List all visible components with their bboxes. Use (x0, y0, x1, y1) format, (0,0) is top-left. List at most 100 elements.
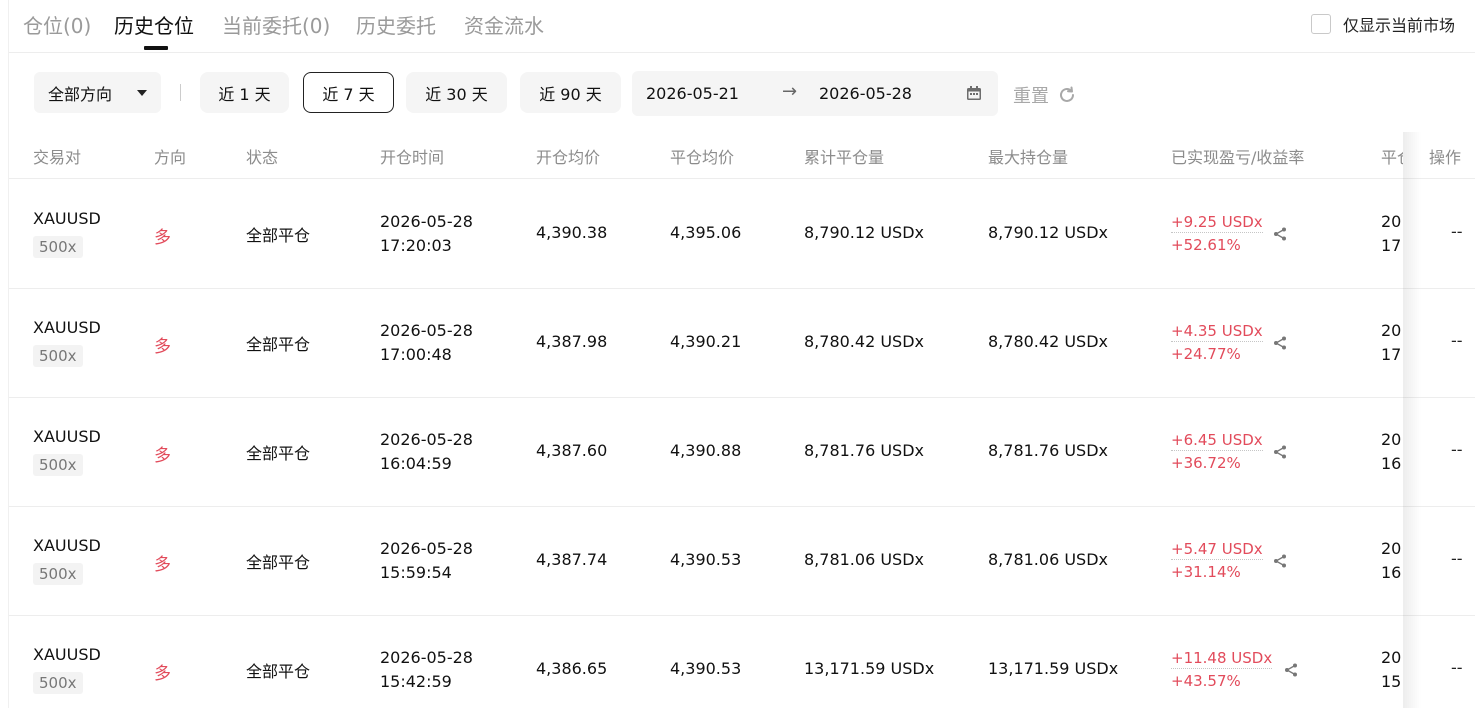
max-qty: 13,171.59 USDx (988, 659, 1119, 678)
col-side: 方向 (154, 148, 187, 167)
leverage-badge: 500x (33, 345, 83, 367)
close-price: 4,390.21 (670, 332, 742, 351)
closed-qty: 8,790.12 USDx (804, 223, 924, 242)
col-close-time: 平仓时间 (1381, 148, 1403, 167)
side-long: 多 (154, 446, 171, 466)
share-icon[interactable] (1273, 227, 1287, 241)
date-end[interactable]: 2026-05-28 (819, 84, 912, 103)
symbol: XAUUSD (33, 427, 101, 446)
max-qty: 8,790.12 USDx (988, 223, 1108, 242)
open-time: 2026-05-28 17:00:48 (380, 321, 473, 364)
realized-pnl[interactable]: +6.45 USDx (1171, 431, 1263, 451)
range-7d-button[interactable]: 近 7 天 (303, 72, 394, 113)
col-max-qty: 最大持仓量 (988, 148, 1069, 167)
direction-select[interactable]: 全部方向 (34, 72, 161, 113)
table-row: XAUUSD 500x 多 全部平仓 2026-05-28 16:04:59 4,… (9, 398, 1475, 507)
realized-pnl[interactable]: +4.35 USDx (1171, 322, 1263, 342)
closed-qty: 8,781.06 USDx (804, 550, 924, 569)
status: 全部平仓 (246, 226, 311, 245)
col-pnl: 已实现盈亏/收益率 (1171, 148, 1305, 167)
only-current-market-toggle[interactable]: 仅显示当前市场 (1311, 12, 1455, 36)
range-1d-button[interactable]: 近 1 天 (200, 72, 289, 113)
realized-pnl[interactable]: +9.25 USDx (1171, 213, 1263, 233)
table-row: XAUUSD 500x 多 全部平仓 2026-05-28 15:42:59 4,… (9, 616, 1475, 708)
leverage-badge: 500x (33, 672, 83, 694)
reset-label: 重置 (1013, 86, 1049, 107)
side-long: 多 (154, 337, 171, 357)
open-price: 4,387.60 (536, 441, 608, 460)
divider (180, 84, 181, 101)
share-icon[interactable] (1273, 445, 1287, 459)
action-placeholder: -- (1451, 222, 1463, 241)
close-time: 20 16 (1381, 430, 1402, 473)
close-price: 4,390.53 (670, 550, 742, 569)
close-price: 4,390.53 (670, 659, 742, 678)
realized-pnl[interactable]: +5.47 USDx (1171, 540, 1263, 560)
col-status: 状态 (246, 148, 279, 167)
col-pair: 交易对 (33, 148, 82, 167)
open-time: 2026-05-28 15:42:59 (380, 648, 473, 691)
col-open-time: 开仓时间 (380, 148, 445, 167)
direction-select-value: 全部方向 (48, 84, 113, 104)
status: 全部平仓 (246, 553, 311, 572)
symbol: XAUUSD (33, 645, 101, 664)
side-long: 多 (154, 664, 171, 684)
tab-positions[interactable]: 仓位(0) (23, 10, 91, 39)
close-time: 20 17 (1381, 212, 1402, 255)
max-qty: 8,780.42 USDx (988, 332, 1108, 351)
active-tab-indicator (144, 46, 168, 50)
side-long: 多 (154, 228, 171, 248)
only-current-checkbox[interactable] (1311, 14, 1331, 34)
calendar-icon[interactable] (966, 85, 982, 101)
col-closed-qty: 累计平仓量 (804, 148, 885, 167)
range-30d-button[interactable]: 近 30 天 (406, 72, 507, 113)
range-90d-button[interactable]: 近 90 天 (520, 72, 621, 113)
share-icon[interactable] (1273, 554, 1287, 568)
pnl-rate: +36.72% (1171, 454, 1241, 472)
closed-qty: 8,781.76 USDx (804, 441, 924, 460)
open-price: 4,387.74 (536, 550, 608, 569)
action-placeholder: -- (1451, 658, 1463, 677)
refresh-icon (1060, 86, 1074, 102)
tab-order-history[interactable]: 历史委托 (356, 10, 436, 39)
max-qty: 8,781.76 USDx (988, 441, 1108, 460)
symbol: XAUUSD (33, 536, 101, 555)
table-row: XAUUSD 500x 多 全部平仓 2026-05-28 17:00:48 4,… (9, 289, 1475, 398)
pnl-rate: +52.61% (1171, 236, 1241, 254)
leverage-badge: 500x (33, 236, 83, 258)
open-price: 4,390.38 (536, 223, 608, 242)
realized-pnl[interactable]: +11.48 USDx (1171, 649, 1273, 669)
sticky-column-shadow (1403, 132, 1421, 708)
close-price: 4,395.06 (670, 223, 742, 242)
arrow-right-icon: → (782, 81, 798, 102)
date-range-picker[interactable]: 2026-05-21 → 2026-05-28 (632, 71, 998, 116)
col-action: 操作 (1429, 148, 1462, 167)
side-long: 多 (154, 555, 171, 575)
close-time: 20 16 (1381, 539, 1402, 582)
filter-bar: 全部方向 近 1 天 近 7 天 近 30 天 近 90 天 2026-05-2… (9, 70, 1475, 116)
reset-button[interactable]: 重置 (1013, 82, 1077, 108)
pnl-rate: +43.57% (1171, 672, 1241, 690)
open-time: 2026-05-28 15:59:54 (380, 539, 473, 582)
share-icon[interactable] (1273, 336, 1287, 350)
share-icon[interactable] (1284, 663, 1298, 677)
status: 全部平仓 (246, 662, 311, 681)
tab-history-positions[interactable]: 历史仓位 (114, 10, 194, 39)
only-current-label: 仅显示当前市场 (1343, 16, 1456, 35)
open-time: 2026-05-28 17:20:03 (380, 212, 473, 255)
open-price: 4,386.65 (536, 659, 608, 678)
leverage-badge: 500x (33, 454, 83, 476)
table-row: XAUUSD 500x 多 全部平仓 2026-05-28 15:59:54 4,… (9, 507, 1475, 616)
date-start[interactable]: 2026-05-21 (646, 84, 739, 103)
max-qty: 8,781.06 USDx (988, 550, 1108, 569)
status: 全部平仓 (246, 335, 311, 354)
tab-fund-flow[interactable]: 资金流水 (464, 10, 544, 39)
tab-open-orders[interactable]: 当前委托(0) (222, 10, 330, 39)
close-time: 20 15 (1381, 648, 1402, 691)
history-positions-page: 仓位(0) 历史仓位 当前委托(0) 历史委托 资金流水 仅显示当前市场 全部方… (8, 0, 1475, 708)
closed-qty: 13,171.59 USDx (804, 659, 935, 678)
col-open-price: 开仓均价 (536, 148, 601, 167)
open-time: 2026-05-28 16:04:59 (380, 430, 473, 473)
symbol: XAUUSD (33, 318, 101, 337)
status: 全部平仓 (246, 444, 311, 463)
